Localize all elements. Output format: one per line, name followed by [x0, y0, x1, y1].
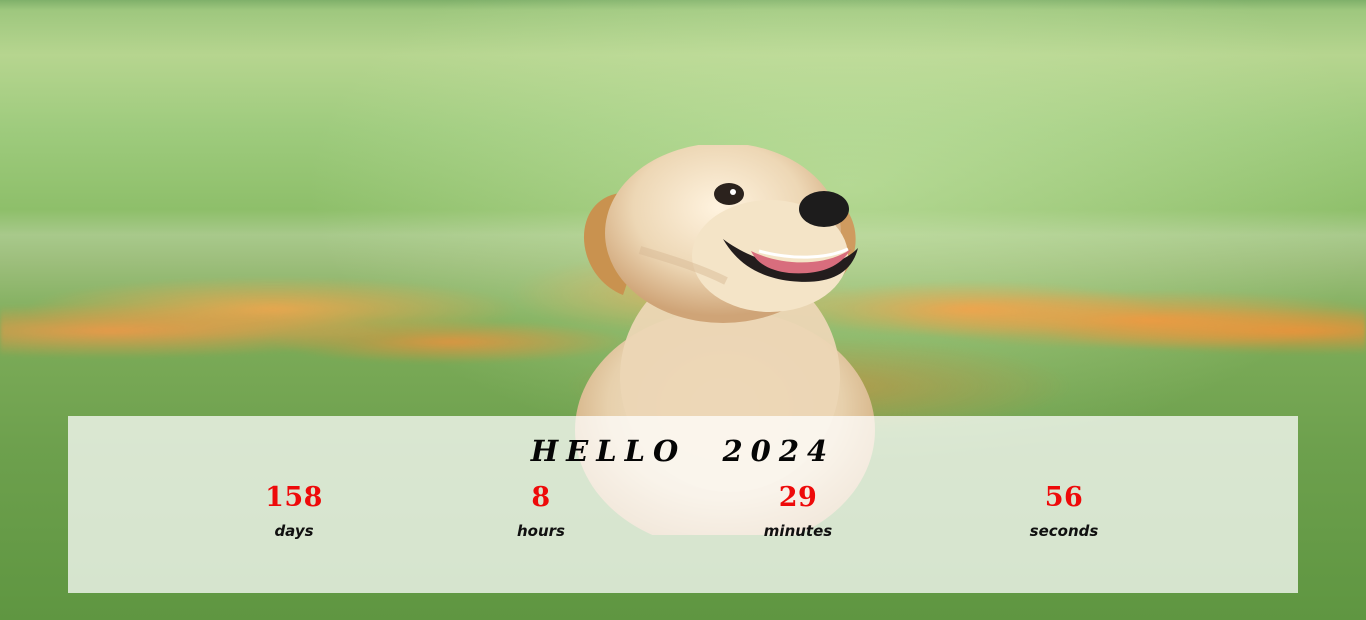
minutes-value: 29 — [778, 482, 818, 513]
minutes-counter: 29 minutes — [738, 481, 858, 540]
timer-row: 158 days 8 hours 29 minutes 56 seconds — [68, 481, 1298, 581]
hours-label: hours — [517, 522, 565, 540]
countdown-card: HELLO 2024 158 days 8 hours 29 minutes 5… — [68, 416, 1298, 593]
seconds-value: 56 — [1044, 482, 1084, 513]
hours-value: 8 — [531, 482, 551, 513]
greeting-title: HELLO 2024 — [530, 434, 836, 468]
seconds-counter: 56 seconds — [1004, 481, 1124, 540]
days-label: days — [274, 522, 314, 540]
hours-counter: 8 hours — [481, 481, 601, 540]
days-counter: 158 days — [234, 481, 354, 540]
days-value: 158 — [265, 482, 323, 513]
minutes-label: minutes — [763, 522, 833, 540]
seconds-label: seconds — [1029, 522, 1099, 540]
countdown-page: HELLO 2024 158 days 8 hours 29 minutes 5… — [0, 0, 1366, 620]
